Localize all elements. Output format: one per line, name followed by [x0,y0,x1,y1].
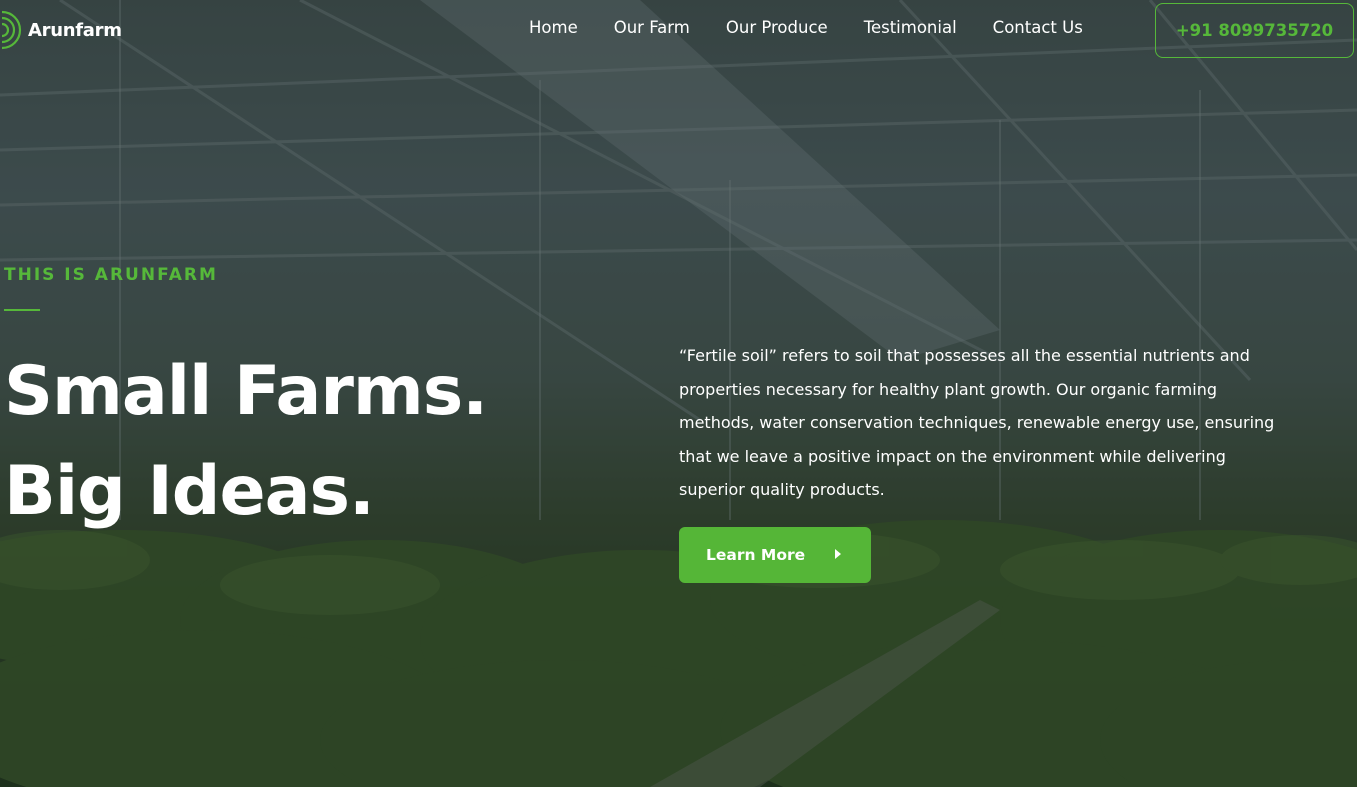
hero-description: “Fertile soil” refers to soil that posse… [679,346,1275,500]
nav-item-testimonial[interactable]: Testimonial [864,18,957,37]
site-header: Arunfarm Home Our Farm Our Produce Testi… [0,0,1357,60]
brand-name: Arunfarm [28,19,122,41]
main-nav: Home Our Farm Our Produce Testimonial Co… [529,18,1119,37]
hero-headline: Small Farms. Big Ideas. [4,342,644,542]
hero-eyebrow: THIS IS ARUNFARM [4,265,218,285]
learn-more-label: Learn More [706,546,806,564]
phone-button[interactable]: +91 8099735720 [1155,3,1354,58]
brand-logo[interactable]: Arunfarm [0,10,122,50]
caret-right-icon [835,549,841,559]
headline-line-2: Big Ideas. [4,452,375,531]
eyebrow-divider [4,309,40,311]
nav-item-our-produce[interactable]: Our Produce [726,18,828,37]
nav-item-contact-us[interactable]: Contact Us [993,18,1083,37]
nav-item-our-farm[interactable]: Our Farm [614,18,690,37]
headline-line-1: Small Farms. [4,352,488,431]
learn-more-button[interactable]: Learn More [679,527,871,583]
concentric-arcs-logo-icon [1,10,22,50]
nav-item-home[interactable]: Home [529,18,578,37]
